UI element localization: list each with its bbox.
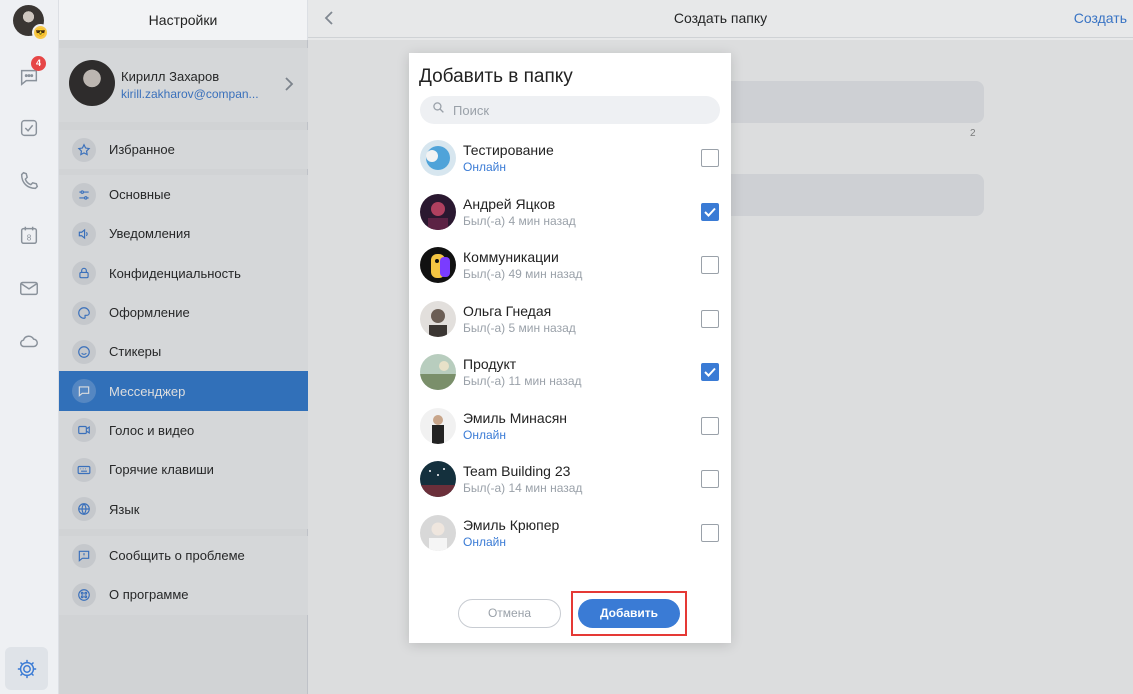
contact-row[interactable]: Андрей Яцков Был(-а) 4 мин назад (409, 186, 731, 240)
search-icon (432, 101, 445, 119)
contact-avatar (420, 354, 456, 390)
settings-icon[interactable] (5, 647, 48, 690)
calendar-icon[interactable]: 8 (16, 222, 42, 248)
contact-status: Был(-а) 5 мин назад (463, 320, 576, 335)
contact-name: Эмиль Крюпер (463, 516, 560, 533)
contact-checkbox-checked[interactable] (701, 202, 719, 221)
contact-avatar (420, 247, 456, 283)
contact-status: Был(-а) 11 мин назад (463, 374, 582, 388)
contact-status: Онлайн (463, 534, 506, 549)
contact-status: Онлайн (463, 160, 506, 174)
contact-row[interactable]: Эмиль Минасян Онлайн (409, 400, 731, 454)
contact-row[interactable]: Эмиль Крюпер Онлайн (409, 507, 731, 561)
contact-name: Ольга Гнедая (463, 302, 552, 319)
contact-name: Продукт (463, 356, 517, 372)
contact-list: Тестирование Онлайн Андрей Яцков Был(-а)… (409, 132, 731, 560)
cancel-button[interactable]: Отмена (458, 599, 561, 628)
add-to-folder-dialog: Добавить в папку Тестирование Онлайн Анд… (409, 53, 731, 643)
mail-icon[interactable] (16, 275, 42, 301)
contact-avatar (420, 140, 456, 176)
contact-checkbox[interactable] (701, 256, 719, 274)
contact-row[interactable]: Team Building 23 Был(-а) 14 мин назад (409, 453, 731, 507)
contact-avatar (420, 461, 456, 497)
contact-avatar (420, 193, 456, 230)
dialog-title: Добавить в папку (419, 66, 573, 87)
settings-title: Настройки (59, 0, 307, 40)
contact-checkbox-checked[interactable] (701, 363, 719, 381)
contact-name: Team Building 23 (463, 463, 571, 479)
contact-status: Был(-а) 49 мин назад (463, 267, 583, 281)
contact-row[interactable]: Ольга Гнедая Был(-а) 5 мин назад (409, 293, 731, 347)
tasks-icon[interactable] (16, 115, 42, 141)
contact-name: Эмиль Минасян (463, 409, 568, 426)
contact-avatar (420, 407, 456, 444)
contact-status: Был(-а) 14 мин назад (463, 481, 583, 495)
phone-icon[interactable] (16, 168, 42, 194)
contact-name: Тестирование (463, 142, 554, 158)
contact-checkbox[interactable] (701, 470, 719, 488)
contact-status: Онлайн (463, 427, 506, 442)
contact-row[interactable]: Тестирование Онлайн (409, 132, 731, 186)
app-rail: 😎 4 8 (0, 0, 59, 694)
contact-checkbox[interactable] (701, 149, 719, 167)
contact-row[interactable]: Коммуникации Был(-а) 49 мин назад (409, 239, 731, 293)
contact-checkbox[interactable] (701, 309, 719, 328)
contact-avatar (420, 514, 456, 551)
contact-status: Был(-а) 4 мин назад (463, 213, 576, 228)
svg-text:8: 8 (27, 234, 32, 243)
contact-name: Коммуникации (463, 249, 559, 265)
contact-row[interactable]: Продукт Был(-а) 11 мин назад (409, 346, 731, 400)
unread-badge: 4 (31, 56, 46, 71)
add-button[interactable]: Добавить (578, 599, 680, 628)
contact-name: Андрей Яцков (463, 195, 556, 212)
modal-backdrop-header[interactable] (308, 0, 1133, 40)
status-emoji-icon: 😎 (32, 24, 49, 41)
contact-checkbox[interactable] (701, 416, 719, 435)
cloud-icon[interactable] (16, 328, 42, 354)
contact-checkbox[interactable] (701, 523, 719, 542)
search-input[interactable] (453, 102, 703, 118)
search-bar (420, 96, 720, 124)
contact-avatar (420, 300, 456, 337)
